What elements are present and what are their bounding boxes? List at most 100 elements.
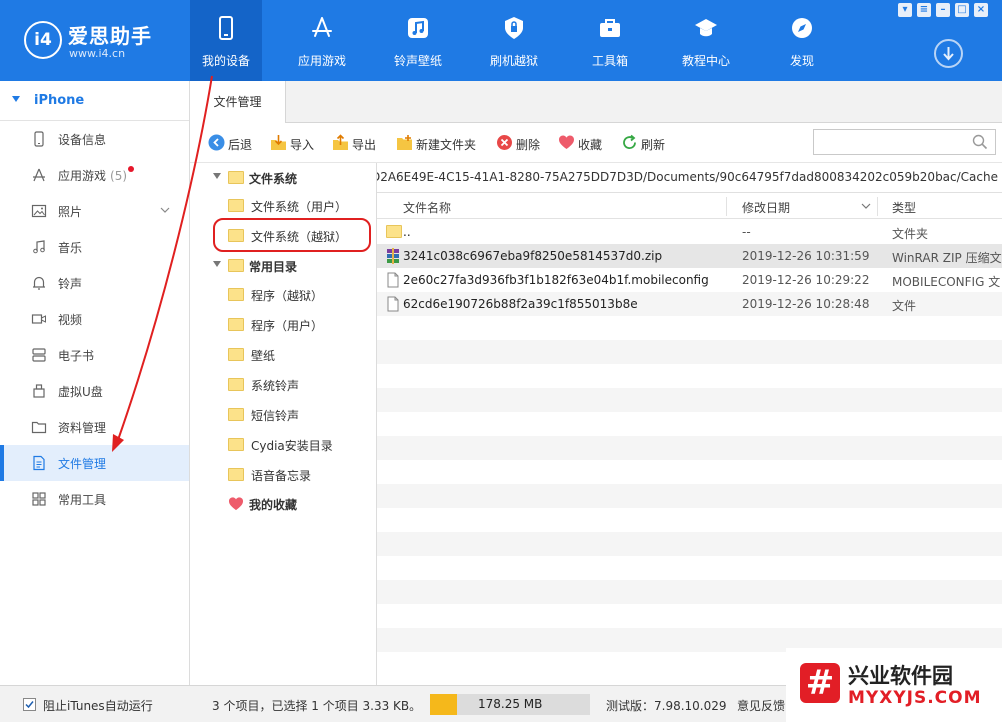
watermark-url: MYXYJS.COM (848, 688, 982, 708)
column-header-date[interactable]: 修改日期 (742, 199, 790, 216)
sidebar-item-ringtones[interactable]: 铃声 (0, 265, 189, 301)
app-count-badge: (5) (110, 169, 128, 183)
column-header-type[interactable]: 类型 (892, 199, 916, 216)
favorite-label: 收藏 (578, 138, 603, 152)
tree-node-cydia-install[interactable]: Cydia安装目录 (190, 430, 376, 460)
path-bar[interactable]: ion/D2A6E49E-4C15-41A1-8280-75A275DD7D3D… (377, 163, 1002, 193)
nav-apps-games[interactable]: 应用游戏 (286, 0, 358, 81)
nav-my-device[interactable]: 我的设备 (190, 0, 262, 81)
settings-button[interactable]: ≡ (917, 3, 931, 17)
tree-node-filesystem[interactable]: 文件系统 (190, 163, 376, 193)
table-row[interactable]: 2e60c27fa3d936fb3f1b182f63e04b1f.mobilec… (377, 268, 1002, 292)
minimize-button[interactable]: – (936, 3, 950, 17)
folder-icon (386, 225, 402, 238)
expand-arrow-icon[interactable] (213, 173, 221, 179)
phone-icon (34, 131, 44, 147)
import-icon (271, 135, 286, 150)
nav-toolbox[interactable]: 工具箱 (574, 0, 646, 81)
nav-ringtones-wallpapers[interactable]: 铃声壁纸 (382, 0, 454, 81)
tree-node-favorites[interactable]: 我的收藏 (190, 489, 376, 519)
empty-row (377, 556, 1002, 580)
sidebar-item-photos[interactable]: 照片 (0, 193, 189, 229)
logo-text: 爱思助手 (68, 24, 152, 48)
app-store-icon (312, 17, 332, 37)
back-arrow-icon (208, 134, 225, 151)
selection-summary: 3 个项目，已选择 1 个项目 3.33 KB。 (212, 699, 422, 713)
sidebar-item-device-info[interactable]: 设备信息 (0, 121, 189, 157)
sidebar-item-apps-games[interactable]: 应用游戏 (5) (0, 157, 189, 193)
device-header[interactable]: iPhone (0, 81, 189, 121)
block-itunes-label[interactable]: 阻止iTunes自动运行 (43, 697, 153, 714)
block-itunes-checkbox[interactable] (23, 698, 36, 711)
file-toolbar: 后退 导入 导出 新建文件夹 删除 收藏 刷新 (190, 123, 1002, 163)
sidebar-item-file-management[interactable]: 文件管理 (0, 445, 189, 481)
maximize-button[interactable]: □ (955, 3, 969, 17)
nav-flash-jailbreak[interactable]: 刷机越狱 (478, 0, 550, 81)
empty-row (377, 532, 1002, 556)
column-header-name[interactable]: 文件名称 (403, 199, 451, 216)
search-icon[interactable] (972, 134, 988, 150)
tree-label: Cydia安装目录 (251, 439, 333, 453)
folder-icon (228, 199, 244, 212)
nav-discover[interactable]: 发现 (766, 0, 838, 81)
table-row[interactable]: 3241c038c6967eba9f8250e5814537d0.zip 201… (377, 244, 1002, 268)
tab-file-manager[interactable]: 文件管理 (190, 81, 286, 124)
close-icon: × (976, 4, 986, 15)
site-watermark: # 兴业软件园 MYXYJS.COM (786, 648, 1002, 722)
watermark-name: 兴业软件园 (848, 664, 953, 688)
empty-row (377, 484, 1002, 508)
tree-node-filesystem-user[interactable]: 文件系统（用户） (190, 191, 376, 221)
empty-row (377, 580, 1002, 604)
feedback-link[interactable]: 意见反馈 (737, 697, 785, 714)
expand-arrow-icon[interactable] (213, 261, 221, 267)
search-input[interactable] (818, 133, 968, 151)
tree-node-voice-memos[interactable]: 语音备忘录 (190, 460, 376, 490)
tree-node-apps-user[interactable]: 程序（用户） (190, 310, 376, 340)
music-note-icon (33, 240, 45, 254)
file-list-header: 文件名称 修改日期 类型 (377, 194, 1002, 219)
sidebar-item-label: 电子书 (58, 349, 95, 363)
sidebar-item-label-wrap: 应用游戏 (5) (58, 166, 135, 184)
tree-node-sms-ringtones[interactable]: 短信铃声 (190, 400, 376, 430)
chevron-down-icon[interactable] (160, 205, 170, 215)
empty-row (377, 436, 1002, 460)
tree-node-wallpapers[interactable]: 壁纸 (190, 340, 376, 370)
sidebar-item-virtual-usb[interactable]: 虚拟U盘 (0, 373, 189, 409)
current-path: ion/D2A6E49E-4C15-41A1-8280-75A275DD7D3D… (377, 170, 998, 184)
tree-node-common-dirs[interactable]: 常用目录 (190, 251, 376, 281)
sort-chevron-down-icon[interactable] (861, 203, 871, 210)
sidebar-item-data-management[interactable]: 资料管理 (0, 409, 189, 445)
document-icon (33, 455, 45, 471)
nav-label: 刷机越狱 (489, 54, 538, 68)
file-date: 2019-12-26 10:31:59 (742, 249, 870, 263)
sidebar-item-common-tools[interactable]: 常用工具 (0, 481, 189, 517)
tree-node-apps-jailbreak[interactable]: 程序（越狱） (190, 280, 376, 310)
sidebar-item-label: 音乐 (58, 241, 83, 255)
download-manager-button[interactable] (934, 39, 963, 68)
close-button[interactable]: × (974, 3, 988, 17)
sidebar-item-label: 铃声 (58, 277, 83, 291)
sidebar-item-ebooks[interactable]: 电子书 (0, 337, 189, 373)
settings-icon: ≡ (919, 4, 929, 15)
sidebar-item-videos[interactable]: 视频 (0, 301, 189, 337)
refresh-label: 刷新 (641, 138, 666, 152)
table-row[interactable]: .. -- 文件夹 (377, 220, 1002, 244)
annotation-highlight-ring (213, 218, 371, 252)
file-type: MOBILECONFIG 文 (892, 275, 1001, 289)
file-name: 62cd6e190726b88f2a39c1f855013b8e (403, 297, 638, 311)
storage-usage-bar: 178.25 MB (430, 694, 590, 715)
nav-label: 工具箱 (591, 54, 628, 68)
tree-label: 文件系统（用户） (251, 200, 348, 214)
nav-tutorials[interactable]: 教程中心 (670, 0, 742, 81)
empty-row (377, 340, 1002, 364)
tree-label: 我的收藏 (249, 498, 298, 512)
table-row[interactable]: 62cd6e190726b88f2a39c1f855013b8e 2019-12… (377, 292, 1002, 316)
sidebar-item-label: 虚拟U盘 (58, 385, 103, 399)
skin-button[interactable]: ▾ (898, 3, 912, 17)
file-type: WinRAR ZIP 压缩文 (892, 251, 1002, 265)
tree-node-system-ringtones[interactable]: 系统铃声 (190, 370, 376, 400)
file-icon (387, 296, 399, 312)
column-divider[interactable] (877, 197, 878, 216)
column-divider[interactable] (726, 197, 727, 216)
sidebar-item-music[interactable]: 音乐 (0, 229, 189, 265)
